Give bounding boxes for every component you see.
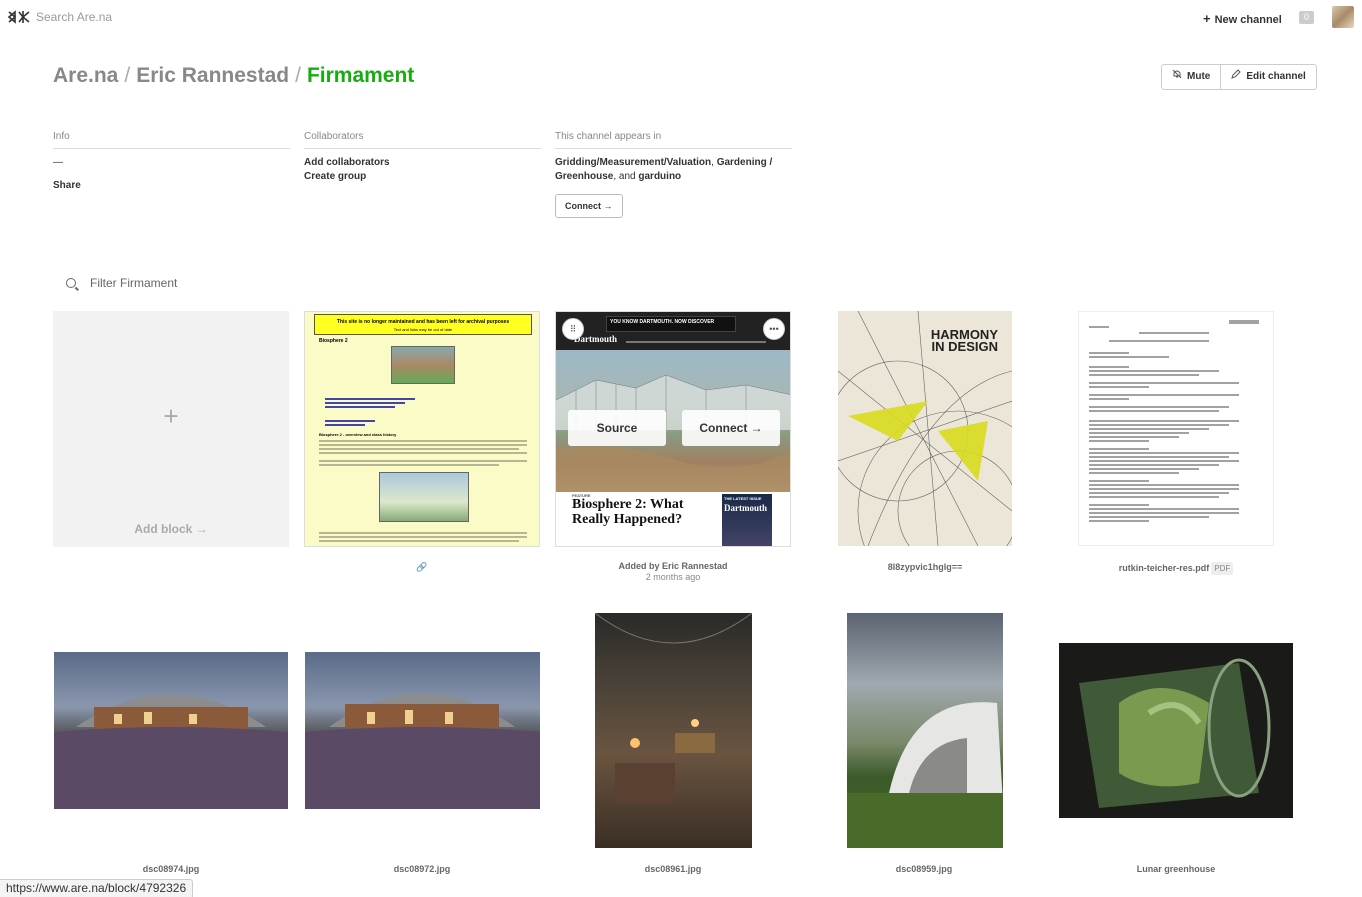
notification-count-badge[interactable]: 0 [1299,11,1314,24]
block-caption: dsc08961.jpg [644,864,702,874]
pencil-icon [1231,65,1242,89]
pdf-filename: rutkin-teicher-res.pdf [1118,563,1210,573]
filter-bar: Filter Firmament [66,276,177,290]
new-channel-label: New channel [1214,14,1282,26]
breadcrumb-channel-title[interactable]: Firmament [307,64,414,87]
ad-banner: YOU KNOW DARTMOUTH. NOW DISCOVER [606,316,736,332]
more-options-icon[interactable]: ••• [763,318,785,340]
browser-status-url: https://www.are.na/block/4792326 [0,879,194,897]
block-link-dartmouth-article[interactable]: YOU KNOW DARTMOUTH. NOW DISCOVER Dartmou… [555,311,791,547]
magazine-cover-thumb: THE LATEST ISSUE Dartmouth [722,494,772,546]
top-bar: Search Are.na + New channel 0 [0,0,1362,34]
create-group-link[interactable]: Create group [304,170,541,184]
info-column: Info — Share [53,131,290,193]
cover-title: HARMONY IN DESIGN [930,327,998,354]
connect-channel-button[interactable]: Connect → [555,194,623,218]
connect-block-button[interactable]: Connect → [682,410,780,446]
page-subheading: Biosphere 2 - overview and class history [319,432,397,437]
user-avatar[interactable] [1332,6,1354,28]
drag-handle-icon[interactable]: ⠿ [562,318,584,340]
page-heading: Biosphere 2 [319,338,348,344]
add-block-tile[interactable]: + Add block → [53,311,289,547]
block-caption: 8l8zypvic1hglg== [887,562,963,572]
block-image-dsc08959[interactable] [847,613,1003,848]
breadcrumb: Are.na / Eric Rannestad / Firmament [53,64,414,88]
add-block-label: Add block → [134,522,208,536]
edit-channel-label: Edit channel [1246,71,1306,82]
appears-in-column: This channel appears in Gridding/Measure… [555,131,792,218]
connected-channel-link[interactable]: Gridding/Measurement/Valuation [555,157,711,168]
collaborators-column: Collaborators Add collaborators Create g… [304,131,541,184]
search-icon [66,278,76,288]
edit-channel-button[interactable]: Edit channel [1220,65,1315,89]
block-link-biosphere-page[interactable]: This site is no longer maintained and ha… [304,311,540,547]
source-button[interactable]: Source [568,410,666,446]
plus-icon: + [1203,11,1211,26]
breadcrumb-user-link[interactable]: Eric Rannestad [136,64,289,87]
breadcrumb-separator: / [124,64,131,87]
page-image [379,472,469,522]
pdf-tag: PDF [1211,562,1234,575]
block-image-dsc08972[interactable] [305,652,540,809]
block-caption: rutkin-teicher-res.pdf PDF [1058,562,1294,575]
share-link[interactable]: Share [53,179,290,193]
block-image-dsc08974[interactable] [54,652,288,809]
appears-in-header: This channel appears in [555,131,792,149]
block-image-harmony-in-design[interactable]: HARMONY IN DESIGN [838,311,1012,546]
added-time-label: 2 months ago [645,572,701,582]
collaborators-header: Collaborators [304,131,541,149]
channel-description: — [53,157,63,168]
breadcrumb-separator: / [295,64,301,87]
article-title: Biosphere 2: What Really Happened? [572,497,684,527]
info-header: Info [53,131,290,149]
block-image-dsc08961[interactable] [595,613,752,848]
page-image [391,346,455,384]
archive-banner: This site is no longer maintained and ha… [314,314,532,335]
plus-icon: + [163,401,179,431]
mute-bell-icon [1172,65,1182,89]
block-caption: Added by Eric Rannestad 2 months ago [555,561,791,583]
block-image-lunar-greenhouse[interactable] [1059,643,1293,818]
block-pdf-rutkin-teicher[interactable] [1078,311,1274,546]
mute-label: Mute [1187,71,1211,82]
connected-channel-link[interactable]: garduino [638,171,681,182]
block-caption: Lunar greenhouse [1136,864,1216,874]
channel-action-buttons: Mute Edit channel [1161,64,1317,90]
added-by-label: Added by Eric Rannestad [618,561,728,571]
appears-in-list: Gridding/Measurement/Valuation, Gardenin… [555,157,773,182]
block-caption: dsc08974.jpg [142,864,200,874]
arena-logo-icon[interactable] [8,10,30,24]
new-channel-button[interactable]: + New channel [1203,11,1282,26]
block-caption: dsc08959.jpg [895,864,953,874]
breadcrumb-root-link[interactable]: Are.na [53,64,118,87]
search-input[interactable]: Search Are.na [36,10,112,24]
filter-input[interactable]: Filter Firmament [90,276,177,290]
add-collaborators-link[interactable]: Add collaborators [304,156,541,170]
block-caption: dsc08972.jpg [393,864,451,874]
mute-button[interactable]: Mute [1162,65,1220,89]
link-icon: 🔗 [416,562,428,572]
